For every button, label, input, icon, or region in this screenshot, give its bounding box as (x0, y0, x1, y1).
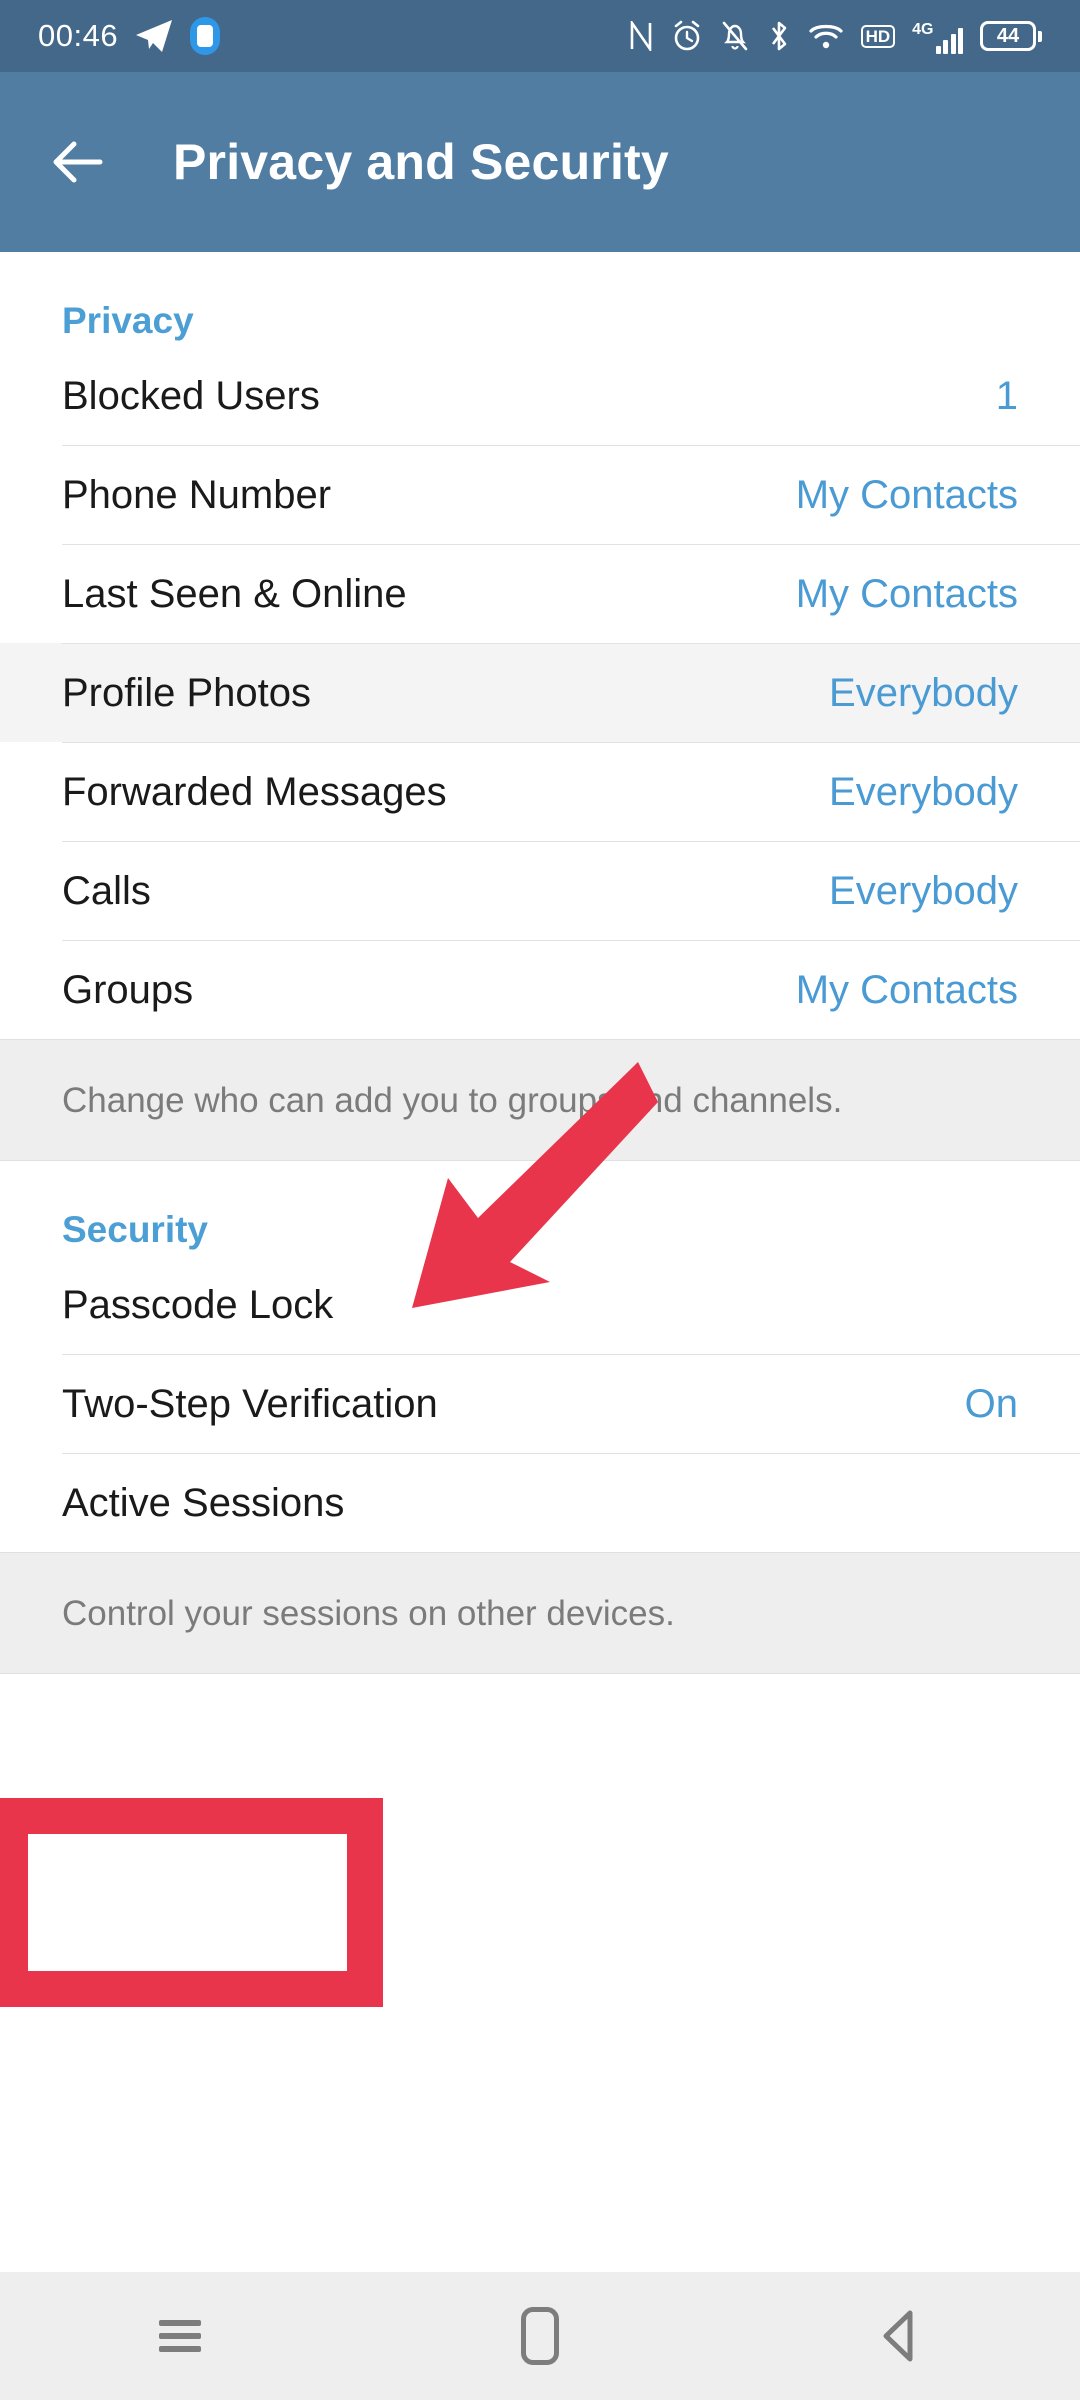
wifi-icon (808, 18, 844, 54)
nfc-icon (628, 18, 654, 54)
row-value: My Contacts (795, 967, 1018, 1012)
signal-bars-icon (935, 28, 963, 54)
bluetooth-icon (767, 18, 791, 54)
row-value: Everybody (829, 670, 1018, 715)
row-value: My Contacts (795, 472, 1018, 517)
back-icon[interactable] (840, 2291, 960, 2381)
row-calls[interactable]: Calls Everybody (0, 841, 1080, 940)
section-header-privacy: Privacy (62, 300, 194, 341)
row-passcode-lock[interactable]: Passcode Lock (0, 1255, 1080, 1354)
screen-record-icon (190, 17, 221, 55)
telegram-icon (135, 18, 173, 54)
section-header-security: Security (62, 1209, 209, 1250)
row-groups[interactable]: Groups My Contacts (0, 940, 1080, 1039)
hd-icon: HD (860, 18, 896, 54)
annotation-highlight-box (0, 1798, 383, 2007)
row-value: Everybody (829, 868, 1018, 913)
row-active-sessions[interactable]: Active Sessions (0, 1453, 1080, 1552)
status-bar-left: 00:46 (38, 17, 221, 55)
privacy-note-text: Change who can add you to groups and cha… (62, 1080, 843, 1120)
row-label: Phone Number (62, 472, 332, 517)
recents-icon[interactable] (120, 2291, 240, 2381)
row-value: On (964, 1381, 1018, 1426)
row-value: My Contacts (795, 571, 1018, 616)
home-icon[interactable] (480, 2291, 600, 2381)
row-label: Last Seen & Online (62, 571, 407, 616)
row-two-step-verification[interactable]: Two-Step Verification On (0, 1354, 1080, 1453)
row-label: Groups (62, 967, 194, 1012)
row-label: Calls (62, 868, 151, 913)
privacy-note: Change who can add you to groups and cha… (0, 1039, 1080, 1161)
signal-4g-icon: 4G (912, 18, 963, 54)
settings-list: Privacy Blocked Users 1 Phone Number My … (0, 252, 1080, 1674)
row-label: Passcode Lock (62, 1282, 334, 1327)
row-label: Blocked Users (62, 373, 320, 418)
status-clock: 00:46 (38, 18, 119, 53)
row-forwarded-messages[interactable]: Forwarded Messages Everybody (0, 742, 1080, 841)
app-bar: Privacy and Security (0, 72, 1080, 252)
status-bar-right: HD 4G 44 (628, 18, 1042, 54)
battery-icon: 44 (980, 18, 1042, 54)
row-last-seen-online[interactable]: Last Seen & Online My Contacts (0, 544, 1080, 643)
row-profile-photos[interactable]: Profile Photos Everybody (0, 643, 1080, 742)
security-note: Control your sessions on other devices. (0, 1552, 1080, 1674)
row-phone-number[interactable]: Phone Number My Contacts (0, 445, 1080, 544)
phone-screen: 00:46 HD 4G 44 Privacy and Security Priv… (0, 0, 1080, 2400)
security-note-text: Control your sessions on other devices. (62, 1593, 675, 1633)
battery-level: 44 (980, 21, 1036, 51)
row-label: Forwarded Messages (62, 769, 447, 814)
row-label: Active Sessions (62, 1480, 345, 1525)
status-bar: 00:46 HD 4G 44 (0, 0, 1080, 72)
row-label: Two-Step Verification (62, 1381, 438, 1426)
row-value: 1 (995, 373, 1018, 418)
row-blocked-users[interactable]: Blocked Users 1 (0, 346, 1080, 445)
back-arrow-icon[interactable] (48, 131, 110, 193)
row-label: Profile Photos (62, 670, 312, 715)
notifications-muted-icon (720, 18, 750, 54)
page-title: Privacy and Security (173, 134, 669, 190)
row-value: Everybody (829, 769, 1018, 814)
alarm-icon (671, 18, 703, 54)
system-nav-bar (0, 2272, 1080, 2400)
